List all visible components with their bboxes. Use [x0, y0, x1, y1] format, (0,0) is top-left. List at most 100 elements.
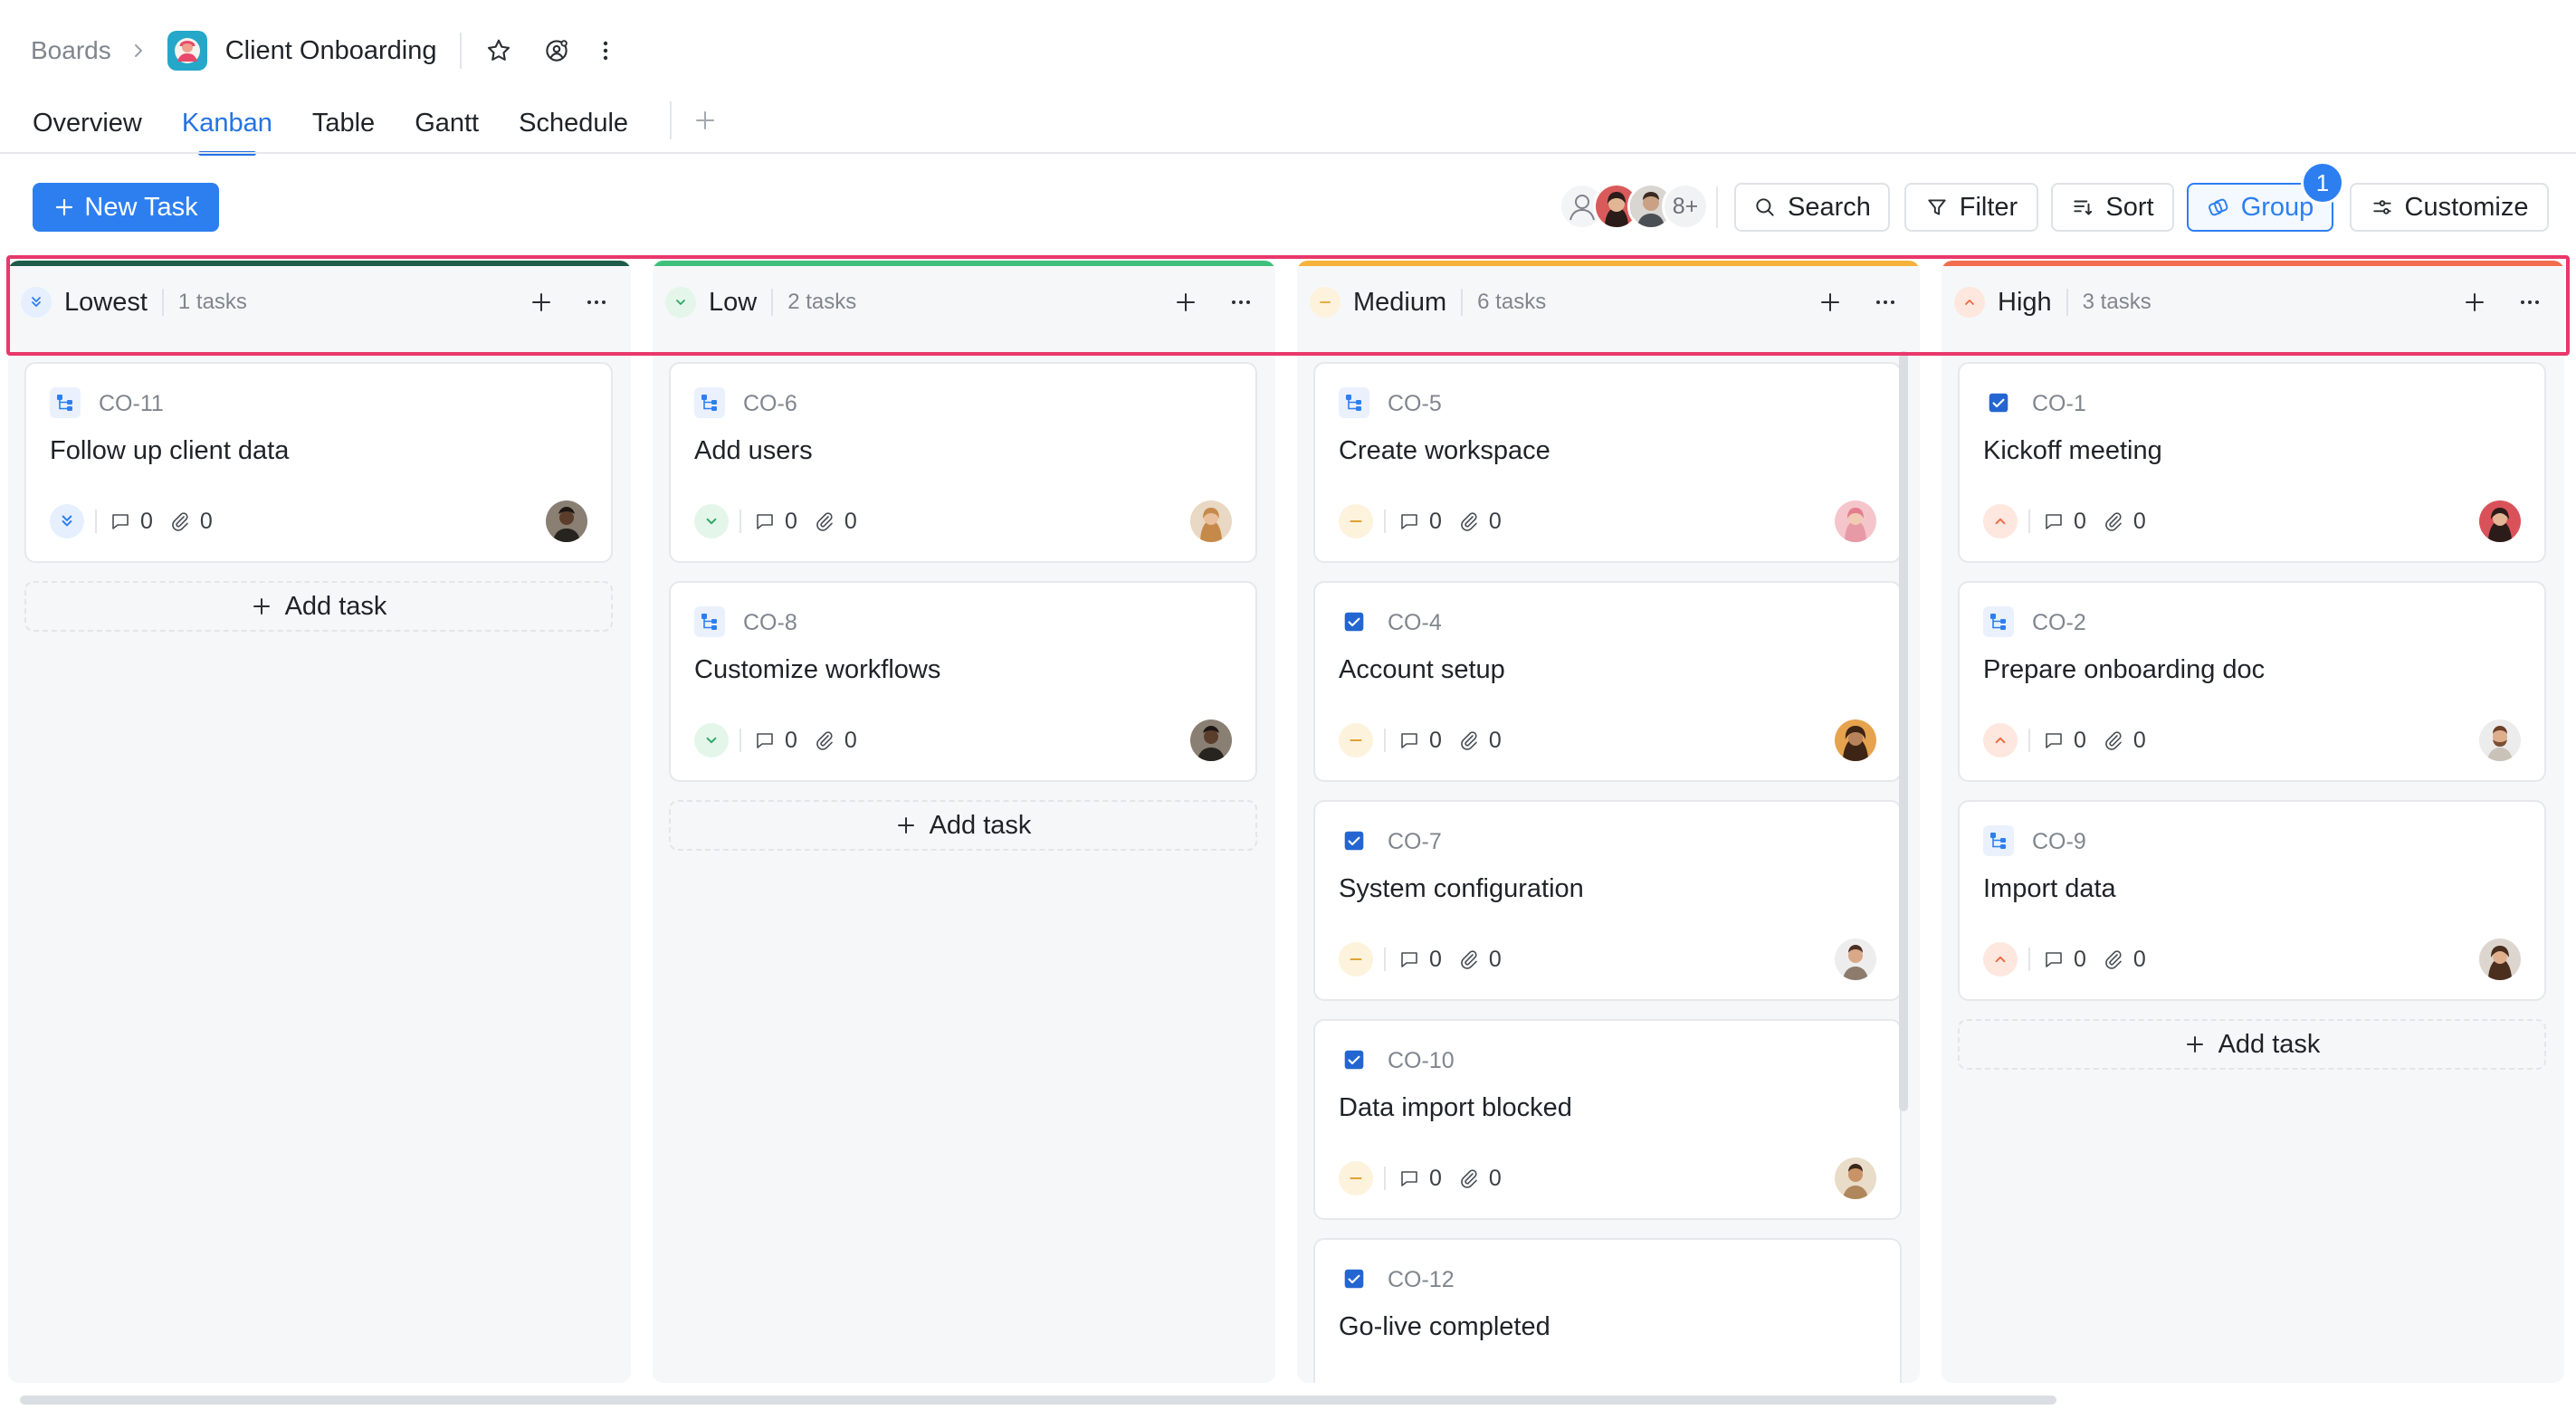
assignee-avatar[interactable] [1190, 500, 1232, 542]
tab-schedule[interactable]: Schedule [519, 101, 628, 150]
attachment-count[interactable]: 0 [814, 509, 857, 535]
subtask-icon [1339, 387, 1369, 418]
add-card-icon[interactable] [1818, 291, 1842, 314]
add-task-button[interactable]: Add task [669, 800, 1257, 851]
task-card[interactable]: CO-1 Kickoff meeting 0 0 [1958, 362, 2546, 563]
chevron-up-icon[interactable] [1983, 504, 2018, 538]
assignee-avatar[interactable] [1190, 719, 1232, 761]
watch-settings-icon[interactable] [543, 37, 570, 64]
attachment-count[interactable]: 0 [2103, 947, 2146, 973]
add-task-label: Add task [2218, 1029, 2321, 1059]
attachment-count-value: 0 [1488, 1165, 1502, 1191]
kanban-column-high: High 3 tasks CO-1 Kickoff meeting 0 0 CO… [1942, 261, 2564, 1383]
board-members[interactable]: 8+ [1559, 183, 1709, 230]
column-name: Medium [1353, 287, 1447, 317]
task-card[interactable]: CO-12 Go-live completed [1313, 1238, 1902, 1383]
group-icon [2208, 198, 2228, 216]
comment-count[interactable]: 0 [754, 728, 797, 754]
add-card-icon[interactable] [530, 291, 553, 314]
star-icon[interactable] [485, 37, 512, 64]
board-horizontal-scrollbar[interactable] [20, 1396, 2056, 1405]
column-more-icon[interactable] [1875, 299, 1896, 306]
attachment-count[interactable]: 0 [1458, 509, 1502, 535]
assignee-avatar[interactable] [1835, 500, 1876, 542]
assignee-avatar[interactable] [2479, 500, 2521, 542]
assignee-avatar[interactable] [2479, 719, 2521, 761]
column-scrollbar[interactable] [1899, 351, 1908, 1111]
assignee-avatar[interactable] [2479, 938, 2521, 980]
column-more-icon[interactable] [2519, 299, 2541, 306]
attachment-count[interactable]: 0 [1458, 947, 1502, 973]
comment-count[interactable]: 0 [754, 509, 797, 535]
more-vertical-icon[interactable] [601, 38, 610, 63]
paperclip-icon [2105, 731, 2122, 750]
chevron-right-icon [129, 42, 148, 60]
tab-kanban[interactable]: Kanban [182, 101, 272, 156]
attachment-count[interactable]: 0 [2103, 509, 2146, 535]
tab-gantt[interactable]: Gantt [415, 101, 479, 150]
comment-count-value: 0 [140, 508, 153, 534]
comment-count-value: 0 [1429, 727, 1442, 753]
comment-icon [1401, 514, 1417, 529]
customize-button[interactable]: Customize [2350, 183, 2549, 232]
attachment-count[interactable]: 0 [1458, 728, 1502, 754]
filter-button[interactable]: Filter [1904, 183, 2038, 232]
comment-count[interactable]: 0 [2043, 728, 2086, 754]
paperclip-icon [816, 731, 833, 750]
assignee-avatar[interactable] [1835, 719, 1876, 761]
add-view-icon[interactable] [670, 101, 717, 139]
column-divider [2066, 289, 2068, 316]
comment-count[interactable]: 0 [1398, 509, 1442, 535]
comment-count[interactable]: 0 [1398, 1166, 1442, 1192]
comment-count[interactable]: 0 [2043, 509, 2086, 535]
assignee-avatar[interactable] [1835, 1158, 1876, 1199]
assignee-avatar[interactable] [1835, 938, 1876, 980]
chevron-down-icon[interactable] [694, 723, 729, 757]
minus-icon[interactable] [1339, 942, 1373, 977]
search-button[interactable]: Search [1734, 183, 1890, 232]
attachment-count[interactable]: 0 [169, 509, 213, 535]
comment-count[interactable]: 0 [2043, 947, 2086, 973]
add-task-button[interactable]: Add task [24, 581, 613, 632]
minus-icon[interactable] [1339, 723, 1373, 757]
breadcrumb-boards-link[interactable]: Boards [31, 36, 111, 65]
task-card[interactable]: CO-8 Customize workflows 0 0 [669, 581, 1257, 782]
comment-count-value: 0 [1429, 946, 1442, 972]
add-task-button[interactable]: Add task [1958, 1019, 2546, 1070]
add-card-icon[interactable] [1174, 291, 1197, 314]
task-card[interactable]: CO-4 Account setup 0 0 [1313, 581, 1902, 782]
column-more-icon[interactable] [586, 299, 607, 306]
new-task-button[interactable]: New Task [33, 183, 219, 232]
footer-divider [95, 510, 97, 533]
task-card[interactable]: CO-7 System configuration 0 0 [1313, 800, 1902, 1001]
column-more-icon[interactable] [1230, 299, 1252, 306]
task-card[interactable]: CO-2 Prepare onboarding doc 0 0 [1958, 581, 2546, 782]
comment-count[interactable]: 0 [1398, 947, 1442, 973]
task-card[interactable]: CO-9 Import data 0 0 [1958, 800, 2546, 1001]
comment-count[interactable]: 0 [1398, 728, 1442, 754]
task-card[interactable]: CO-10 Data import blocked 0 0 [1313, 1019, 1902, 1220]
sort-button[interactable]: Sort [2051, 183, 2174, 232]
task-title: Customize workflows [694, 655, 941, 684]
attachment-count[interactable]: 0 [1458, 1166, 1502, 1192]
minus-icon[interactable] [1339, 1161, 1373, 1196]
comment-count[interactable]: 0 [110, 509, 153, 535]
attachment-count[interactable]: 0 [2103, 728, 2146, 754]
task-card[interactable]: CO-11 Follow up client data 0 0 [24, 362, 613, 563]
attachment-count[interactable]: 0 [814, 728, 857, 754]
chevron-up-icon[interactable] [1983, 723, 2018, 757]
task-card[interactable]: CO-5 Create workspace 0 0 [1313, 362, 1902, 563]
double-chevron-down-icon[interactable] [50, 504, 84, 538]
minus-icon[interactable] [1339, 504, 1373, 538]
column-task-count: 1 tasks [177, 290, 247, 314]
chevron-up-icon[interactable] [1983, 942, 2018, 977]
tab-table[interactable]: Table [312, 101, 375, 150]
chevron-down-icon[interactable] [694, 504, 729, 538]
assignee-avatar[interactable] [546, 500, 587, 542]
tab-overview[interactable]: Overview [33, 101, 142, 150]
attachment-count-value: 0 [2132, 946, 2146, 972]
task-card[interactable]: CO-6 Add users 0 0 [669, 362, 1257, 563]
add-card-icon[interactable] [2463, 291, 2486, 314]
paperclip-icon [2105, 512, 2122, 531]
checkbox-icon [1339, 1044, 1369, 1075]
